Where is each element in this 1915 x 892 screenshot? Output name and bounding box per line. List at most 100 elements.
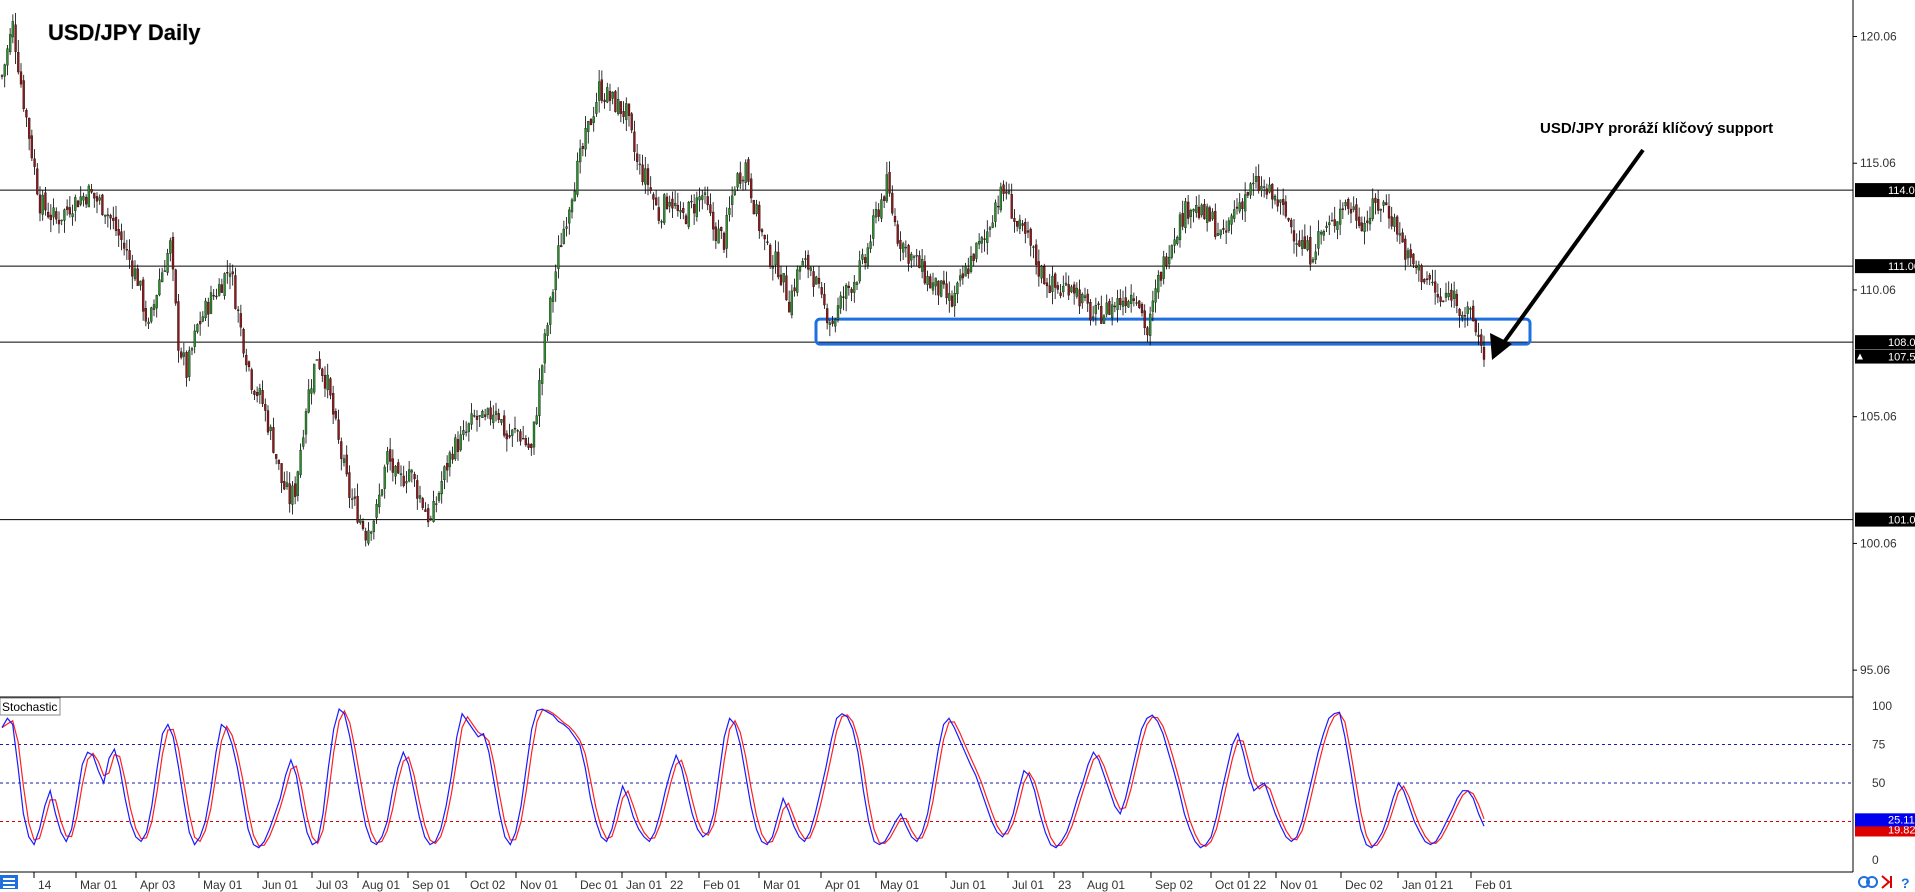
candle-body <box>272 427 275 453</box>
candle-body <box>869 241 872 249</box>
link-icon[interactable] <box>1858 876 1878 888</box>
annotation-text: USD/JPY proráží klíčový support <box>1540 120 1773 137</box>
level-tag-label: 111.00 <box>1888 261 1915 273</box>
candle-body <box>1138 300 1141 308</box>
candle-body <box>958 275 962 281</box>
candle-body <box>877 209 880 217</box>
candle-body <box>568 209 571 224</box>
candle-body <box>950 295 954 307</box>
candle-body <box>1273 195 1277 201</box>
candle-body <box>1428 275 1431 280</box>
candle-body <box>141 279 145 312</box>
candle-body <box>215 295 218 298</box>
candle-body <box>242 329 245 354</box>
candle-body <box>576 160 579 195</box>
candle-body <box>299 449 302 476</box>
candle-body <box>668 202 671 207</box>
candle-body <box>581 145 585 149</box>
candle-body <box>391 458 395 473</box>
candle-body <box>606 87 609 103</box>
help-icon[interactable]: ? <box>1901 875 1910 891</box>
candle-body <box>383 466 386 489</box>
candle-body <box>280 463 283 484</box>
candle-body <box>1385 202 1388 206</box>
candle-body <box>1452 290 1456 299</box>
candle-body <box>1357 216 1361 226</box>
candle-body <box>847 285 851 289</box>
x-tick-label: 22 <box>1253 878 1267 892</box>
candle-body <box>1116 298 1119 310</box>
candle-body <box>46 211 50 218</box>
candle-body <box>1338 208 1342 225</box>
candle-body <box>812 271 815 287</box>
candle-body <box>692 203 696 214</box>
candle-body <box>616 98 620 114</box>
candle-body <box>90 188 93 193</box>
candle-body <box>133 268 137 280</box>
candle-body <box>394 466 397 477</box>
candle-body <box>245 354 248 366</box>
candle-body <box>22 80 25 110</box>
candle-body <box>285 482 289 487</box>
candle-body <box>1211 211 1214 220</box>
candle-body <box>198 321 202 325</box>
candle-body <box>1281 198 1285 205</box>
candle-body <box>720 226 723 232</box>
x-tick-label: Sep 01 <box>412 878 450 892</box>
candle-body <box>825 308 829 324</box>
candle-body <box>831 321 834 324</box>
candle-body <box>228 273 232 277</box>
candle-body <box>725 214 728 249</box>
menu-icon[interactable] <box>0 875 18 889</box>
candle-body <box>1471 305 1475 322</box>
candle-body <box>155 295 158 309</box>
candle-body <box>519 431 522 442</box>
candle-body <box>652 194 655 200</box>
candle-body <box>1325 225 1328 228</box>
y-tick-label: 100.06 <box>1860 536 1897 550</box>
candle-body <box>1167 256 1171 265</box>
arrows-icon[interactable] <box>1881 875 1892 889</box>
candle-body <box>84 197 88 205</box>
candle-body <box>608 90 612 101</box>
candle-body <box>407 469 411 482</box>
candle-body <box>448 452 452 468</box>
candle-body <box>508 435 511 438</box>
candle-body <box>60 219 63 222</box>
candle-body <box>633 131 636 152</box>
candle-body <box>687 202 690 227</box>
candle-body <box>1420 265 1423 283</box>
candle-body <box>188 350 191 377</box>
candle-body <box>820 287 823 295</box>
candle-body <box>915 255 918 257</box>
support-zone <box>814 317 1532 346</box>
candle-body <box>1265 188 1269 195</box>
candle-body <box>1363 222 1366 232</box>
candle-body <box>329 378 332 396</box>
candle-body <box>136 268 139 286</box>
candle-body <box>1333 219 1336 227</box>
candle-body <box>1151 300 1155 312</box>
candle-body <box>1043 266 1046 285</box>
candle-body <box>435 503 438 505</box>
candle-body <box>988 227 992 230</box>
candle-body <box>93 192 96 199</box>
candle-body <box>1461 314 1464 319</box>
candle-body <box>855 282 859 285</box>
level-tag-label: 108.00 <box>1888 337 1915 349</box>
candle-body <box>1328 222 1331 226</box>
candle-body <box>1162 256 1165 279</box>
candle-body <box>836 305 840 320</box>
candle-body <box>625 103 628 120</box>
candle-body <box>220 284 224 293</box>
candle-body <box>274 454 278 459</box>
candle-body <box>65 206 69 210</box>
x-tick-label: Jan 01 <box>626 878 662 892</box>
candle-body <box>622 111 625 117</box>
candle-body <box>312 363 316 393</box>
candle-body <box>527 443 530 448</box>
candle-body <box>983 238 986 240</box>
candle-body <box>1417 264 1421 271</box>
candle-body <box>310 388 313 394</box>
candle-body <box>1037 261 1041 277</box>
